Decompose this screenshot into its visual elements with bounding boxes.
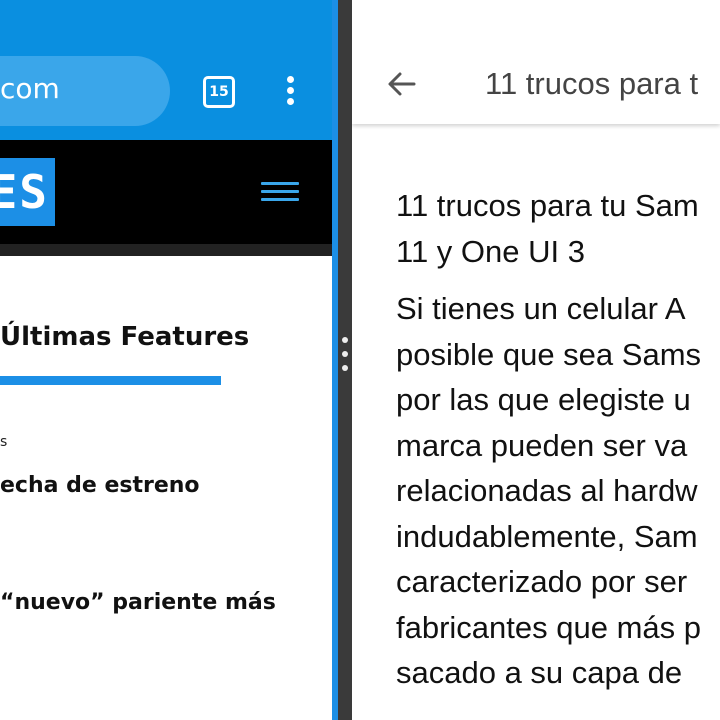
address-bar-text: com: [0, 72, 60, 105]
paragraph-line: posible que sea Sams: [396, 336, 702, 372]
article-title-line: 11 trucos para tu Sam: [396, 188, 699, 223]
split-handle-icon[interactable]: [342, 337, 348, 383]
address-bar[interactable]: com: [0, 56, 170, 126]
article-body: 11 trucos para tu Sam 11 y One UI 3 Si t…: [396, 183, 720, 696]
site-header: ES: [0, 140, 332, 244]
paragraph-line: fabricantes que más p: [396, 609, 702, 645]
paragraph-line: Si tienes un celular A: [396, 291, 686, 326]
section-title: Últimas Features: [0, 322, 250, 352]
paragraph-line: marca pueden ser va: [396, 427, 688, 463]
category-label: s: [0, 434, 8, 450]
article-link[interactable]: echa de estreno: [0, 473, 200, 498]
article-link[interactable]: “nuevo” pariente más: [0, 590, 276, 615]
split-divider-edge: [332, 0, 338, 720]
header-shadow: [0, 244, 332, 256]
site-logo[interactable]: ES: [0, 158, 55, 226]
article-paragraph: Si tienes un celular A posible que sea S…: [396, 286, 720, 696]
reader-header: 11 trucos para t: [352, 0, 720, 124]
paragraph-line: relacionadas al hardw: [396, 473, 698, 508]
paragraph-line: sacado a su capa de: [396, 655, 683, 690]
paragraph-line: caracterizado por ser: [396, 564, 688, 599]
article-title: 11 trucos para tu Sam 11 y One UI 3: [396, 183, 720, 274]
hamburger-menu-icon[interactable]: [261, 182, 299, 202]
browser-pane: com 15 ES Últimas Features s echa de est…: [0, 0, 332, 720]
paragraph-line: indudablemente, Sam: [396, 518, 698, 554]
article-title-line: 11 y One UI 3: [396, 233, 585, 269]
reader-header-title: 11 trucos para t: [485, 66, 699, 101]
reader-pane: 11 trucos para t 11 trucos para tu Sam 1…: [352, 0, 720, 720]
more-options-icon[interactable]: [284, 76, 296, 106]
paragraph-line: por las que elegiste u: [396, 382, 691, 417]
browser-toolbar: com 15: [0, 0, 332, 140]
back-arrow-icon[interactable]: [386, 68, 418, 100]
tab-switcher-button[interactable]: 15: [203, 76, 235, 108]
section-underline: [0, 376, 221, 385]
